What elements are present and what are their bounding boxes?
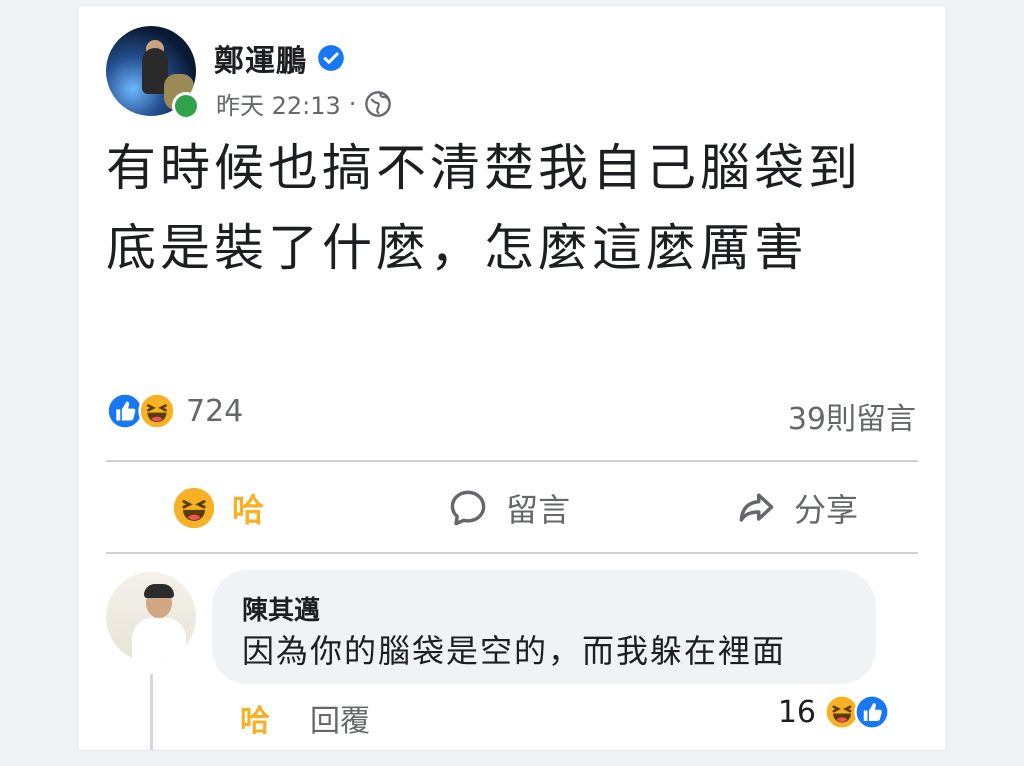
comment-haha-button[interactable]: 哈 [240,696,270,740]
post-meta: 昨天 22:13 · [216,86,392,121]
comment-reaction-count: 16 [777,694,816,730]
comment-button[interactable]: 留言 [446,480,570,536]
post-author: 鄭運鵬 [214,36,345,80]
haha-label: 哈 [232,491,265,529]
comment-bubble: 陳其邁 因為你的腦袋是空的，而我躲在裡面 [212,570,876,684]
comments-count[interactable]: 39則留言 [788,394,916,438]
comment-actions: 哈 回覆 [240,696,370,740]
like-icon [854,694,890,730]
commenter-avatar[interactable] [106,572,196,662]
author-name[interactable]: 鄭運鵬 [214,36,307,80]
haha-icon [173,487,215,529]
commenter-name[interactable]: 陳其邁 [242,590,320,627]
verified-badge-icon [318,45,344,71]
post-text: 有時候也搞不清楚我自己腦袋到底是裝了什麼，怎麼這麼厲害 [106,139,862,277]
post-card: 鄭運鵬 昨天 22:13 · 有時候也搞不清楚我自己腦袋到底是裝了什麼，怎麼這麼… [78,6,946,750]
comment-text: 因為你的腦袋是空的，而我躲在裡面 [242,632,787,670]
divider [106,552,918,554]
comment-label: 留言 [506,491,571,529]
online-status-dot [172,92,200,120]
share-icon [739,493,774,522]
meta-separator: · [348,89,357,118]
haha-button[interactable]: 哈 [172,480,264,536]
comment-reply-button[interactable]: 回覆 [310,696,370,740]
comment-icon [450,490,486,526]
haha-icon [138,392,176,430]
globe-icon [365,90,392,117]
divider [106,460,918,462]
reaction-count: 724 [186,393,244,429]
reaction-summary[interactable]: 724 [106,392,243,430]
thread-line [150,674,153,750]
share-label: 分享 [794,491,859,529]
post-timestamp[interactable]: 昨天 22:13 [216,86,341,121]
share-button[interactable]: 分享 [734,480,858,536]
comment-reaction-summary[interactable]: 16 [778,694,890,730]
